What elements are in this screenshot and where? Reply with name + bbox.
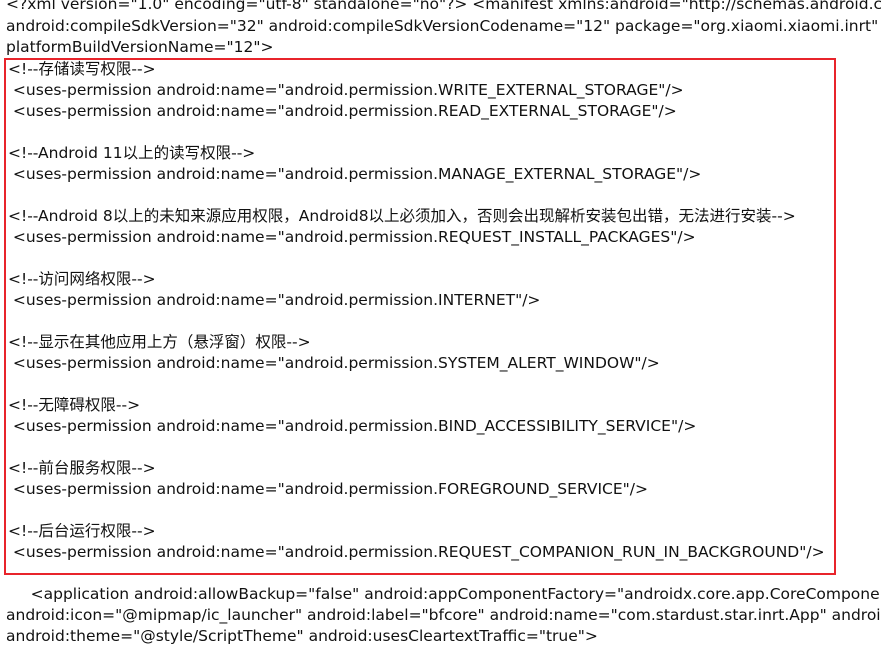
comment-internet-permission: <!--访问网络权限--> [8, 270, 156, 288]
permission-internet: <uses-permission android:name="android.p… [8, 291, 541, 309]
permission-request-companion-run-in-background: <uses-permission android:name="android.p… [8, 543, 825, 561]
comment-background-run-permission: <!--后台运行权限--> [8, 522, 156, 540]
application-element-line: <application android:allowBackup="false"… [6, 585, 881, 603]
permission-write-external-storage: <uses-permission android:name="android.p… [8, 81, 684, 99]
application-theme-line: android:theme="@style/ScriptTheme" andro… [6, 627, 598, 645]
comment-android11-permission: <!--Android 11以上的读写权限--> [8, 144, 256, 162]
permission-foreground-service: <uses-permission android:name="android.p… [8, 480, 648, 498]
permission-request-install-packages: <uses-permission android:name="android.p… [8, 228, 696, 246]
permission-read-external-storage: <uses-permission android:name="android.p… [8, 102, 677, 120]
permission-system-alert-window: <uses-permission android:name="android.p… [8, 354, 660, 372]
permission-bind-accessibility-service: <uses-permission android:name="android.p… [8, 417, 697, 435]
manifest-attributes-line: android:compileSdkVersion="32" android:c… [6, 17, 881, 35]
xml-declaration-line: <?xml version="1.0" encoding="utf-8" sta… [6, 0, 881, 13]
comment-foreground-service-permission: <!--前台服务权限--> [8, 459, 156, 477]
comment-overlay-permission: <!--显示在其他应用上方（悬浮窗）权限--> [8, 333, 311, 351]
application-icon-label-line: android:icon="@mipmap/ic_launcher" andro… [6, 606, 881, 624]
permission-manage-external-storage: <uses-permission android:name="android.p… [8, 165, 702, 183]
comment-accessibility-permission: <!--无障碍权限--> [8, 396, 141, 414]
comment-android8-install-permission: <!--Android 8以上的未知来源应用权限，Android8以上必须加入，… [8, 207, 796, 225]
manifest-build-version-line: platformBuildVersionName="12"> [6, 38, 274, 56]
comment-storage-permission: <!--存储读写权限--> [8, 60, 156, 78]
